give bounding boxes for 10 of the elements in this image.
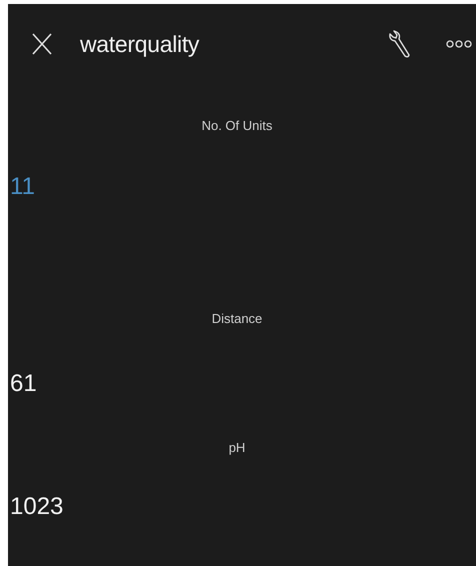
widget-label: Distance bbox=[212, 311, 262, 326]
wrench-icon[interactable] bbox=[388, 29, 412, 59]
widget-value: 61 bbox=[10, 370, 37, 398]
close-button[interactable] bbox=[30, 32, 54, 56]
widget-value: 11 bbox=[10, 173, 35, 201]
widget-value: 1023 bbox=[10, 493, 64, 521]
widget-label: pH bbox=[228, 440, 246, 455]
close-icon bbox=[30, 32, 54, 56]
app-title: waterquality bbox=[80, 30, 200, 58]
widget-label: No. Of Units bbox=[202, 118, 272, 133]
